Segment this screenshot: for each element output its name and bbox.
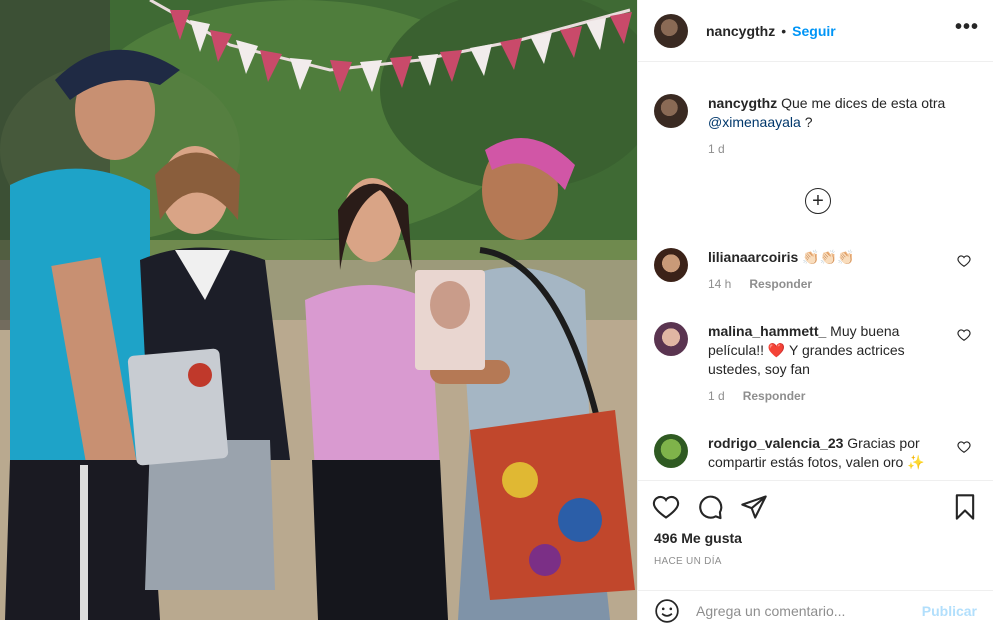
add-comment-bar: Publicar [638, 590, 993, 630]
plus-circle-icon[interactable]: + [805, 188, 831, 214]
commenter-avatar[interactable] [654, 248, 688, 282]
caption-username[interactable]: nancygthz [708, 95, 777, 111]
comment-time: 1 d [708, 389, 725, 403]
caption-mention[interactable]: @ximenaayala [708, 114, 801, 130]
like-comment-heart-icon[interactable] [957, 328, 971, 342]
comment-body: lilianaarcoiris 👏🏻👏🏻👏🏻 14 h Responder [708, 248, 854, 294]
post-side-panel: nancygthz • Seguir ••• nancygthz Que me … [637, 0, 993, 623]
comment-icon[interactable] [696, 493, 724, 521]
post-header: nancygthz • Seguir ••• [638, 0, 993, 62]
bookmark-icon[interactable] [951, 493, 979, 521]
heart-icon[interactable] [652, 493, 680, 521]
comment-item: rodrigo_valencia_23 Gracias por comparti… [654, 434, 977, 472]
comment-username[interactable]: rodrigo_valencia_23 [708, 435, 843, 451]
likes-count[interactable]: 496 Me gusta [654, 530, 742, 546]
publish-button[interactable]: Publicar [922, 603, 977, 619]
caption-tail: ? [800, 114, 813, 130]
more-icon[interactable]: ••• [955, 17, 979, 37]
caption-time: 1 d [708, 142, 725, 156]
post-age: HACE UN DÍA [654, 556, 722, 567]
comment-body: malina_hammett_ Muy buena película!! ❤️ … [708, 322, 928, 406]
post-photo-image [0, 0, 637, 620]
comment-item: lilianaarcoiris 👏🏻👏🏻👏🏻 14 h Responder [654, 248, 977, 294]
author-avatar[interactable] [654, 13, 688, 48]
share-icon[interactable] [740, 493, 768, 521]
post-photo[interactable] [0, 0, 637, 620]
author-username[interactable]: nancygthz [706, 23, 775, 39]
comment-input[interactable] [696, 602, 922, 619]
caption-avatar[interactable] [654, 94, 688, 128]
reply-button[interactable]: Responder [743, 389, 806, 403]
comment-username[interactable]: lilianaarcoiris [708, 249, 798, 265]
comment-text: 👏🏻👏🏻👏🏻 [802, 249, 855, 265]
commenter-avatar[interactable] [654, 322, 688, 356]
follow-button[interactable]: Seguir [792, 23, 836, 39]
action-bar [638, 480, 993, 530]
comment-username[interactable]: malina_hammett_ [708, 323, 826, 339]
load-more-label: + [812, 190, 824, 212]
caption-body: nancygthz Que me dices de esta otra @xim… [708, 94, 945, 159]
comment-time: 14 h [708, 277, 732, 291]
like-comment-heart-icon[interactable] [957, 254, 971, 268]
comment-item: malina_hammett_ Muy buena película!! ❤️ … [654, 322, 977, 406]
separator-dot: • [781, 22, 787, 39]
comment-body: rodrigo_valencia_23 Gracias por comparti… [708, 434, 948, 472]
reply-button[interactable]: Responder [749, 277, 812, 291]
like-comment-heart-icon[interactable] [957, 440, 971, 454]
caption-text: Que me dices de esta otra [781, 95, 946, 111]
instagram-post: nancygthz • Seguir ••• nancygthz Que me … [0, 0, 993, 623]
caption: nancygthz Que me dices de esta otra @xim… [654, 94, 977, 159]
commenter-avatar[interactable] [654, 434, 688, 468]
